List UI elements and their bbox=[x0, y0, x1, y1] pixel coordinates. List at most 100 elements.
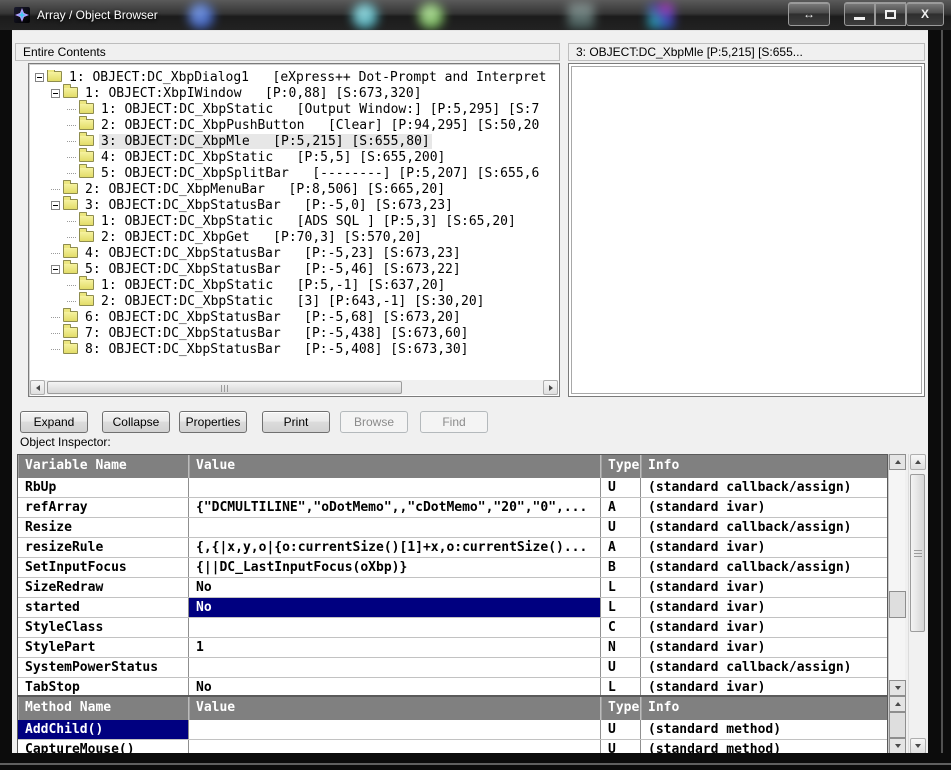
scroll-left-button[interactable] bbox=[30, 380, 45, 395]
variable-cell-info[interactable]: (standard ivar) bbox=[641, 578, 887, 597]
variables-scrollbar[interactable] bbox=[888, 454, 905, 696]
methods-scrollbar[interactable] bbox=[888, 696, 905, 753]
tree-item[interactable]: 5: OBJECT:DC_XbpStatusBar [P:-5,46] [S:6… bbox=[31, 262, 557, 278]
variable-row[interactable]: SystemPowerStatus U(standard callback/ass… bbox=[18, 658, 887, 678]
variable-cell-name[interactable]: TabStop bbox=[18, 678, 189, 696]
method-cell-name[interactable]: AddChild() bbox=[18, 720, 189, 739]
variable-row[interactable]: TabStopNoL(standard ivar) bbox=[18, 678, 887, 696]
close-button[interactable]: X bbox=[906, 2, 944, 26]
collapse-toggle-icon[interactable] bbox=[51, 201, 60, 210]
variable-cell-info[interactable]: (standard callback/assign) bbox=[641, 658, 887, 677]
tree-item[interactable]: 5: OBJECT:DC_XbpSplitBar [--------] [P:5… bbox=[31, 166, 557, 182]
variable-cell-type[interactable]: U bbox=[601, 658, 641, 677]
method-cell-type[interactable]: U bbox=[601, 740, 641, 753]
method-row[interactable]: CaptureMouse() U(standard method) bbox=[18, 740, 887, 753]
variable-row[interactable]: StylePart1N(standard ivar) bbox=[18, 638, 887, 658]
print-button[interactable]: Print bbox=[262, 411, 330, 433]
tree-item[interactable]: 1: OBJECT:DC_XbpDialog1 [eXpress++ Dot-P… bbox=[31, 70, 557, 86]
scroll-down-button[interactable] bbox=[889, 738, 906, 753]
variable-cell-value[interactable]: {,{|x,y,o|{o:currentSize()[1]+x,o:curren… bbox=[189, 538, 601, 557]
variable-cell-name[interactable]: Resize bbox=[18, 518, 189, 537]
tree-item[interactable]: 6: OBJECT:DC_XbpStatusBar [P:-5,68] [S:6… bbox=[31, 310, 557, 326]
tree-item[interactable]: 1: OBJECT:XbpIWindow [P:0,88] [S:673,320… bbox=[31, 86, 557, 102]
variable-cell-type[interactable]: B bbox=[601, 558, 641, 577]
method-row[interactable]: AddChild()U(standard method) bbox=[18, 720, 887, 740]
variable-cell-type[interactable]: L bbox=[601, 678, 641, 696]
titlebar[interactable]: Array / Object Browser ↔ X bbox=[0, 0, 951, 30]
tree-item[interactable]: 2: OBJECT:DC_XbpMenuBar [P:8,506] [S:665… bbox=[31, 182, 557, 198]
variable-cell-value[interactable] bbox=[189, 618, 601, 637]
tree-item[interactable]: 7: OBJECT:DC_XbpStatusBar [P:-5,438] [S:… bbox=[31, 326, 557, 342]
variable-cell-type[interactable]: A bbox=[601, 538, 641, 557]
tree-item[interactable]: 1: OBJECT:DC_XbpStatic [Output Window:] … bbox=[31, 102, 557, 118]
scroll-up-button[interactable] bbox=[910, 454, 926, 470]
variable-cell-info[interactable]: (standard callback/assign) bbox=[641, 558, 887, 577]
variables-table[interactable]: Variable NameValueTypeInfoRbUpU(standard… bbox=[17, 454, 888, 696]
variable-cell-value[interactable]: No bbox=[189, 578, 601, 597]
maximize-button[interactable] bbox=[875, 2, 906, 26]
object-preview-content[interactable] bbox=[571, 66, 922, 394]
variable-row[interactable]: SetInputFocus{||DC_LastInputFocus(oXbp)}… bbox=[18, 558, 887, 578]
browse-button[interactable]: Browse bbox=[340, 411, 408, 433]
collapse-toggle-icon[interactable] bbox=[35, 73, 44, 82]
variable-cell-info[interactable]: (standard ivar) bbox=[641, 538, 887, 557]
minimize-button[interactable] bbox=[844, 2, 875, 26]
variable-cell-type[interactable]: N bbox=[601, 638, 641, 657]
variable-cell-value[interactable] bbox=[189, 518, 601, 537]
variable-cell-name[interactable]: resizeRule bbox=[18, 538, 189, 557]
tree-item[interactable]: 3: OBJECT:DC_XbpStatusBar [P:-5,0] [S:67… bbox=[31, 198, 557, 214]
method-cell-name[interactable]: CaptureMouse() bbox=[18, 740, 189, 753]
variable-cell-name[interactable]: refArray bbox=[18, 498, 189, 517]
variable-cell-type[interactable]: U bbox=[601, 518, 641, 537]
resize-width-button[interactable]: ↔ bbox=[788, 2, 830, 26]
scrollbar-thumb[interactable] bbox=[889, 591, 906, 618]
variable-row[interactable]: Resize U(standard callback/assign) bbox=[18, 518, 887, 538]
method-cell-info[interactable]: (standard method) bbox=[641, 720, 887, 739]
collapse-toggle-icon[interactable] bbox=[51, 89, 60, 98]
variable-row[interactable]: resizeRule{,{|x,y,o|{o:currentSize()[1]+… bbox=[18, 538, 887, 558]
collapse-toggle-icon[interactable] bbox=[51, 265, 60, 274]
methods-table[interactable]: Method NameValueTypeInfoAddChild()U(stan… bbox=[17, 696, 888, 753]
variable-cell-name[interactable]: StyleClass bbox=[18, 618, 189, 637]
variable-cell-info[interactable]: (standard callback/assign) bbox=[641, 478, 887, 497]
inspector-vertical-scrollbar[interactable] bbox=[908, 454, 926, 753]
scrollbar-thumb[interactable] bbox=[47, 381, 402, 394]
find-button[interactable]: Find bbox=[420, 411, 488, 433]
tree-item[interactable]: 2: OBJECT:DC_XbpGet [P:70,3] [S:570,20] bbox=[31, 230, 557, 246]
variable-cell-value[interactable]: No bbox=[189, 678, 601, 696]
collapse-button[interactable]: Collapse bbox=[102, 411, 170, 433]
method-cell-info[interactable]: (standard method) bbox=[641, 740, 887, 753]
variable-row[interactable]: StyleClass C(standard ivar) bbox=[18, 618, 887, 638]
variable-cell-type[interactable]: L bbox=[601, 578, 641, 597]
tree-view[interactable]: 1: OBJECT:DC_XbpDialog1 [eXpress++ Dot-P… bbox=[28, 63, 560, 397]
scrollbar-thumb[interactable] bbox=[889, 712, 906, 738]
variable-cell-name[interactable]: RbUp bbox=[18, 478, 189, 497]
tree-item[interactable]: 8: OBJECT:DC_XbpStatusBar [P:-5,408] [S:… bbox=[31, 342, 557, 358]
variable-cell-info[interactable]: (standard callback/assign) bbox=[641, 518, 887, 537]
tree-item[interactable]: 2: OBJECT:DC_XbpStatic [3] [P:643,-1] [S… bbox=[31, 294, 557, 310]
scroll-up-button[interactable] bbox=[889, 454, 906, 470]
variable-cell-type[interactable]: A bbox=[601, 498, 641, 517]
variable-cell-type[interactable]: U bbox=[601, 478, 641, 497]
tree-item[interactable]: 2: OBJECT:DC_XbpPushButton [Clear] [P:94… bbox=[31, 118, 557, 134]
variable-cell-name[interactable]: SetInputFocus bbox=[18, 558, 189, 577]
scrollbar-thumb[interactable] bbox=[910, 474, 925, 632]
tree-item[interactable]: 3: OBJECT:DC_XbpMle [P:5,215] [S:655,80] bbox=[31, 134, 557, 150]
variable-cell-name[interactable]: StylePart bbox=[18, 638, 189, 657]
tree-item[interactable]: 4: OBJECT:DC_XbpStatic [P:5,5] [S:655,20… bbox=[31, 150, 557, 166]
tree-item[interactable]: 1: OBJECT:DC_XbpStatic [ADS SQL ] [P:5,3… bbox=[31, 214, 557, 230]
variable-cell-value[interactable] bbox=[189, 478, 601, 497]
variable-row[interactable]: SizeRedrawNoL(standard ivar) bbox=[18, 578, 887, 598]
variable-cell-value[interactable] bbox=[189, 658, 601, 677]
variable-cell-info[interactable]: (standard ivar) bbox=[641, 598, 887, 617]
variable-cell-name[interactable]: SystemPowerStatus bbox=[18, 658, 189, 677]
variable-cell-value[interactable]: {"DCMULTILINE","oDotMemo",,"cDotMemo","2… bbox=[189, 498, 601, 517]
tree-item[interactable]: 4: OBJECT:DC_XbpStatusBar [P:-5,23] [S:6… bbox=[31, 246, 557, 262]
scroll-right-button[interactable] bbox=[543, 380, 558, 395]
variable-cell-name[interactable]: SizeRedraw bbox=[18, 578, 189, 597]
tree-item[interactable]: 1: OBJECT:DC_XbpStatic [P:5,-1] [S:637,2… bbox=[31, 278, 557, 294]
variable-cell-info[interactable]: (standard ivar) bbox=[641, 498, 887, 517]
variable-cell-type[interactable]: C bbox=[601, 618, 641, 637]
method-cell-value[interactable] bbox=[189, 720, 601, 739]
variable-cell-info[interactable]: (standard ivar) bbox=[641, 618, 887, 637]
